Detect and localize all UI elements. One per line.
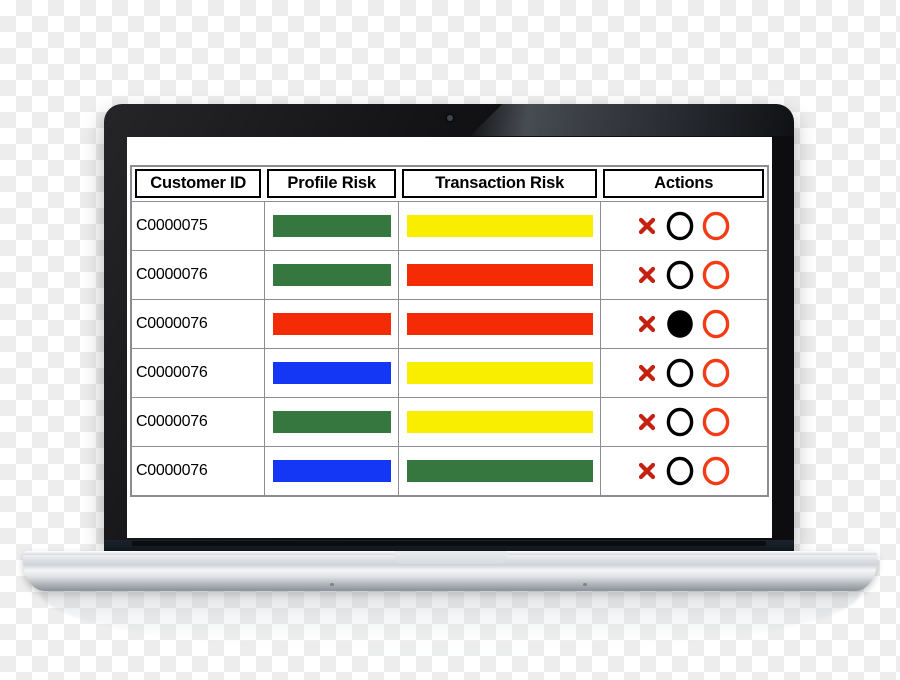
circle-outline-icon[interactable]: [662, 403, 698, 441]
circle-outline-icon[interactable]: [698, 452, 734, 490]
circle-outline-icon[interactable]: [662, 452, 698, 490]
x-icon[interactable]: [634, 309, 660, 339]
transaction-risk-bar: [407, 411, 593, 434]
table-header-row: Customer ID Profile Risk Transaction Ris…: [131, 166, 768, 202]
transaction-risk-bar: [407, 362, 593, 385]
circle-outline-icon[interactable]: [662, 207, 698, 245]
circle-outline-icon[interactable]: [698, 305, 734, 343]
column-header-transaction-risk[interactable]: Transaction Risk: [398, 166, 601, 202]
table-row[interactable]: C0000076: [130, 348, 769, 399]
cell-transaction-risk: [398, 201, 601, 252]
cell-actions: [599, 201, 769, 252]
transaction-risk-bar: [407, 460, 593, 483]
profile-risk-bar: [272, 411, 392, 434]
cell-customer-id: C0000076: [130, 299, 265, 350]
profile-risk-bar: [272, 215, 392, 238]
cell-profile-risk: [263, 250, 400, 301]
x-icon[interactable]: [634, 407, 660, 437]
x-icon[interactable]: [634, 260, 660, 290]
laptop-base-foot: [583, 583, 587, 586]
cell-actions: [599, 348, 769, 399]
webcam-icon: [447, 115, 453, 121]
x-icon[interactable]: [634, 358, 660, 388]
risk-table-container: Customer ID Profile Risk Transaction Ris…: [130, 165, 769, 505]
laptop-base-notch: [395, 551, 507, 564]
cell-profile-risk: [263, 397, 400, 448]
cell-profile-risk: [263, 446, 400, 497]
column-header-profile-risk[interactable]: Profile Risk: [264, 166, 399, 202]
circle-outline-icon[interactable]: [698, 354, 734, 392]
profile-risk-bar: [272, 313, 392, 336]
cell-profile-risk: [263, 299, 400, 350]
cell-profile-risk: [263, 201, 400, 252]
cell-customer-id: C0000076: [130, 250, 265, 301]
circle-outline-icon[interactable]: [662, 354, 698, 392]
laptop-floor-reflection: [40, 592, 860, 654]
column-header-customer-id[interactable]: Customer ID: [131, 166, 265, 202]
transaction-risk-bar: [407, 215, 593, 238]
x-icon[interactable]: [634, 211, 660, 241]
laptop-device: Customer ID Profile Risk Transaction Ris…: [0, 0, 900, 680]
x-icon[interactable]: [634, 456, 660, 486]
circle-outline-icon[interactable]: [698, 403, 734, 441]
cell-actions: [599, 446, 769, 497]
circle-outline-icon[interactable]: [662, 256, 698, 294]
table-body: C0000075 C0000076 C0000076 C0000076 C0000076…: [130, 201, 769, 497]
cell-transaction-risk: [398, 348, 601, 399]
circle-outline-icon[interactable]: [698, 207, 734, 245]
table-row[interactable]: C0000075: [130, 201, 769, 252]
profile-risk-bar: [272, 362, 392, 385]
cell-actions: [599, 397, 769, 448]
circle-outline-icon[interactable]: [698, 256, 734, 294]
profile-risk-bar: [272, 460, 392, 483]
table-header: Customer ID Profile Risk Transaction Ris…: [131, 166, 768, 202]
laptop-base-foot: [330, 583, 334, 586]
cell-customer-id: C0000075: [130, 201, 265, 252]
column-header-actions-label: Actions: [603, 169, 764, 199]
profile-risk-bar: [272, 264, 392, 287]
column-header-profile-risk-label: Profile Risk: [267, 169, 396, 199]
cell-customer-id: C0000076: [130, 397, 265, 448]
cell-profile-risk: [263, 348, 400, 399]
laptop-screen: Customer ID Profile Risk Transaction Ris…: [127, 137, 772, 538]
circle-filled-icon[interactable]: [662, 305, 698, 343]
cell-customer-id: C0000076: [130, 348, 265, 399]
cell-transaction-risk: [398, 397, 601, 448]
cell-transaction-risk: [398, 446, 601, 497]
cell-actions: [599, 299, 769, 350]
laptop-hinge-slot: [132, 541, 766, 546]
table-row[interactable]: C0000076: [130, 250, 769, 301]
table-row[interactable]: C0000076: [130, 397, 769, 448]
column-header-actions[interactable]: Actions: [600, 166, 768, 202]
cell-transaction-risk: [398, 299, 601, 350]
column-header-transaction-risk-label: Transaction Risk: [401, 169, 598, 199]
cell-customer-id: C0000076: [130, 446, 265, 497]
column-header-customer-id-label: Customer ID: [135, 169, 262, 199]
transaction-risk-bar: [407, 264, 593, 287]
transaction-risk-bar: [407, 313, 593, 336]
cell-actions: [599, 250, 769, 301]
bezel-reflection: [470, 104, 794, 136]
table-row[interactable]: C0000076: [130, 299, 769, 350]
customer-risk-table: Customer ID Profile Risk Transaction Ris…: [130, 165, 769, 498]
table-row[interactable]: C0000076: [130, 446, 769, 497]
cell-transaction-risk: [398, 250, 601, 301]
